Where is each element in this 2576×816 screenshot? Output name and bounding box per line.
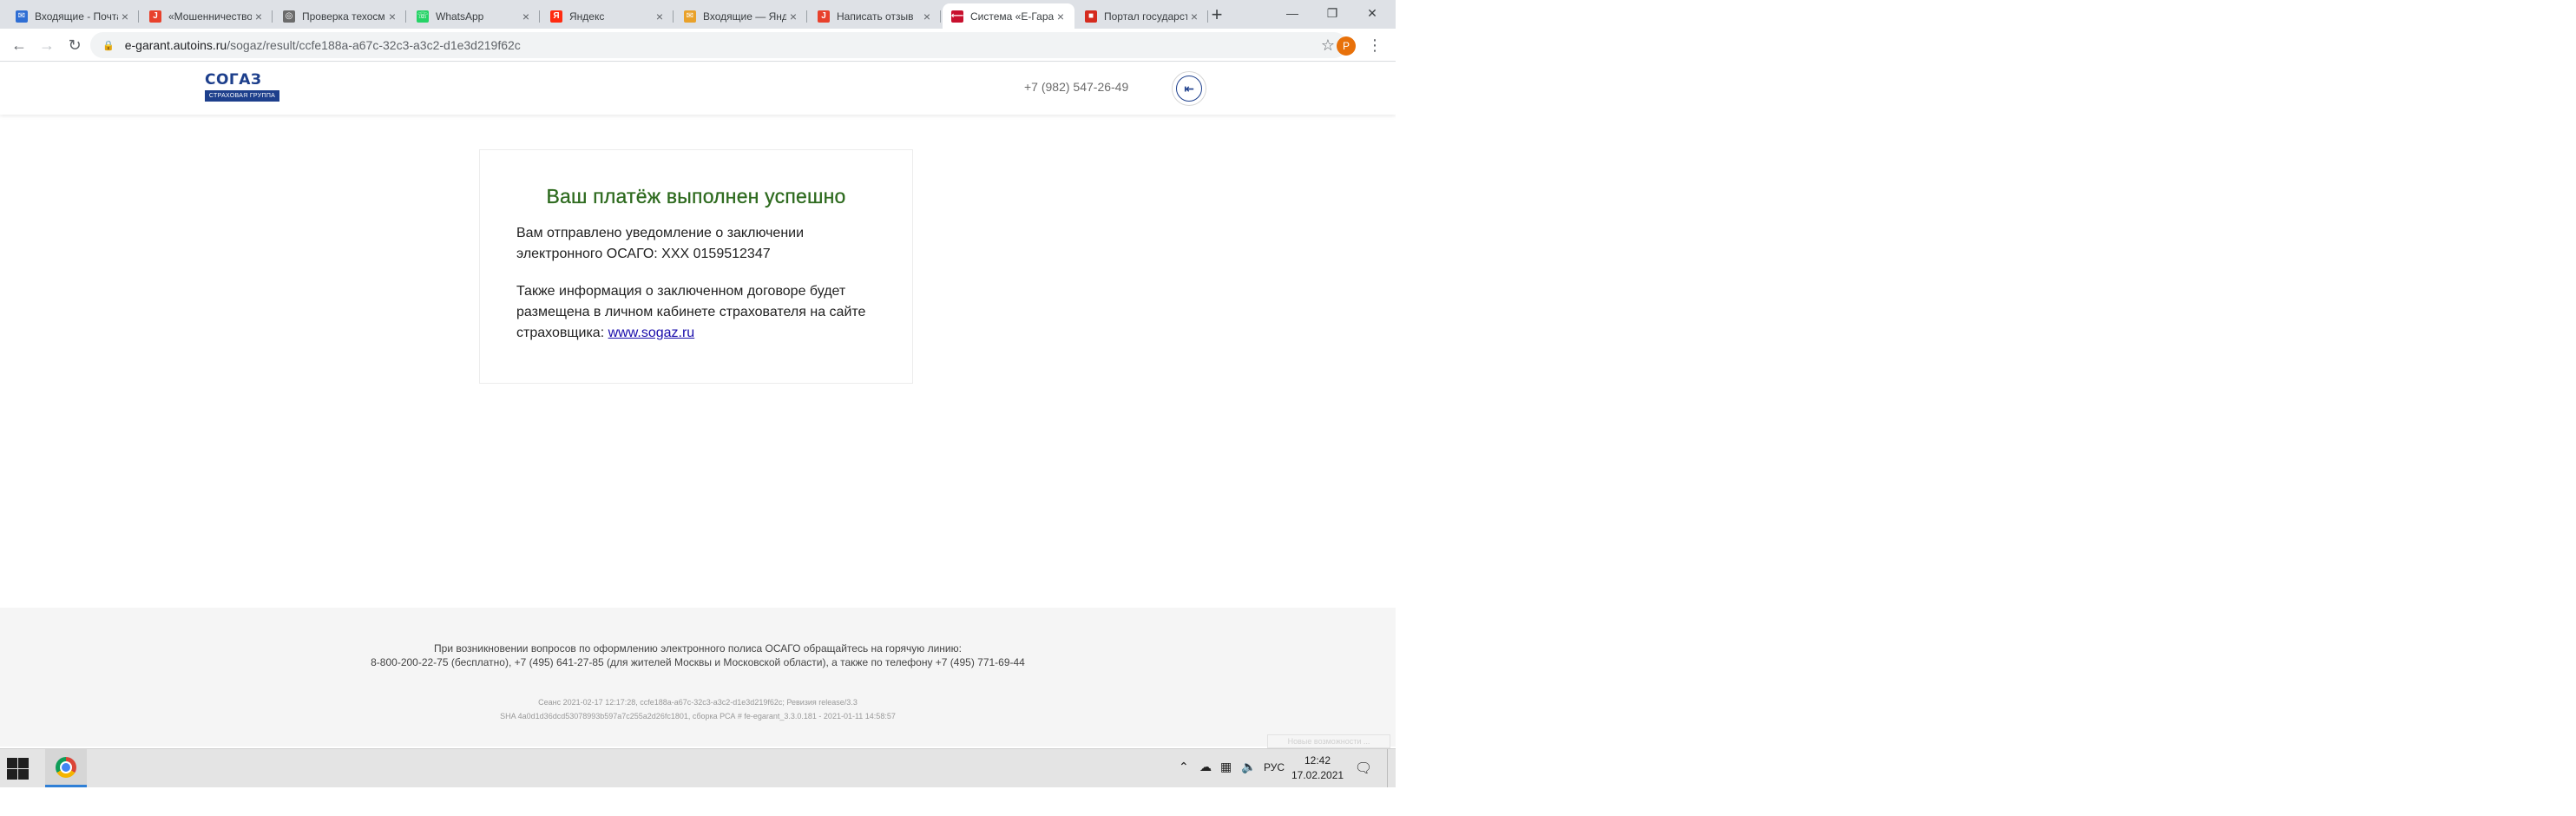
tab-title: Яндекс <box>569 10 605 23</box>
lock-icon: 🔒 <box>102 40 115 51</box>
language-indicator[interactable]: РУС <box>1264 761 1285 773</box>
url-text[interactable]: e-garant.autoins.ru/sogaz/result/ccfe188… <box>125 38 521 52</box>
browser-tab[interactable]: J «Мошенничество» × <box>141 3 273 29</box>
tab-favicon-icon: ☏ <box>417 10 429 23</box>
reload-button[interactable]: ↻ <box>62 33 87 57</box>
tab-close-icon[interactable]: × <box>786 10 800 23</box>
tab-favicon-icon: J <box>149 10 161 23</box>
network-icon[interactable]: ▦ <box>1220 760 1232 774</box>
tab-title: Портал государственных <box>1104 10 1187 23</box>
footer-session-info: Сеанс 2021-02-17 12:17:28, ccfe188a-a67c… <box>538 698 858 707</box>
back-button[interactable]: ← <box>7 33 31 57</box>
tab-title: «Мошенничество» <box>168 10 252 23</box>
footer-build-info: SHA 4a0d1d36dcd53078993b597a7c255a2d26fc… <box>500 712 896 721</box>
info-text: Также информация о заключенном договоре … <box>516 281 876 344</box>
minimize-button[interactable]: — <box>1272 0 1312 26</box>
new-tab-button[interactable]: + <box>1205 5 1229 26</box>
bookmark-star-icon[interactable]: ☆ <box>1321 36 1335 55</box>
success-title: Ваш платёж выполнен успешно <box>546 185 846 207</box>
tab-close-icon[interactable]: × <box>385 10 399 23</box>
notification-text: Вам отправлено уведомление о заключении … <box>516 226 805 261</box>
tab-close-icon[interactable]: × <box>519 10 533 23</box>
browser-tab[interactable]: ⟵ Система «Е-Гарант»× <box>943 3 1074 29</box>
tab-favicon-icon: Я <box>550 10 562 23</box>
tab-title: Система «Е-Гарант» <box>970 10 1054 23</box>
screen: + — ❐ ✕ ✉ Входящие - Почта × J «Мошенничеств… <box>0 0 1396 787</box>
browser-toolbar: ← → ↻ 🔒 e-garant.autoins.ru/sogaz/result… <box>0 29 1396 62</box>
tray-chevron-icon[interactable]: ⌃ <box>1179 760 1189 774</box>
footer-hotline-numbers: 8-800-200-22-75 (бесплатно), +7 (495) 64… <box>371 656 1025 668</box>
windows-taskbar: ⌃ ☁ ▦ 🔈 РУС 12:42 17.02.2021 🗨 <box>0 748 1396 787</box>
window-close-button[interactable]: ✕ <box>1352 0 1392 26</box>
restore-button[interactable]: ❐ <box>1312 0 1352 26</box>
windows-start-icon[interactable] <box>7 758 30 780</box>
profile-avatar[interactable]: P <box>1337 36 1356 56</box>
tab-separator <box>405 10 406 23</box>
logout-icon: ⇤ <box>1176 76 1202 102</box>
browser-tab[interactable]: ■ Портал государственных× <box>1076 3 1208 29</box>
header-phone[interactable]: +7 (982) 547-26-49 <box>1024 80 1128 94</box>
address-bar[interactable]: 🔒 e-garant.autoins.ru/sogaz/result/ccfe1… <box>90 32 1347 58</box>
payment-result-card: Ваш платёж выполнен успешно Вам отправле… <box>479 149 913 384</box>
tab-close-icon[interactable]: × <box>252 10 266 23</box>
url-path: /sogaz/result/ccfe188a-a67c-32c3-a3c2-d1… <box>227 38 521 52</box>
tab-favicon-icon: ■ <box>1085 10 1097 23</box>
tab-title: Входящие - Почта <box>35 10 118 23</box>
footer-corner-badge[interactable]: Новые возможности ... <box>1267 734 1390 748</box>
tab-title: WhatsApp <box>436 10 484 23</box>
tab-title: Проверка техосмотра <box>302 10 385 23</box>
footer-hotline-intro: При возникновении вопросов по оформлению… <box>434 642 962 655</box>
url-host: e-garant.autoins.ru <box>124 38 227 52</box>
tab-separator <box>539 10 540 23</box>
browser-tab[interactable]: ◎ Проверка техосмотра× <box>274 3 406 29</box>
tab-close-icon[interactable]: × <box>1054 10 1068 23</box>
taskbar-chrome-button[interactable] <box>45 749 87 787</box>
logo-subtitle: СТРАХОВАЯ ГРУППА <box>205 90 279 102</box>
chrome-icon <box>56 756 76 778</box>
tab-separator <box>806 10 807 23</box>
tab-favicon-icon: J <box>818 10 830 23</box>
tab-strip: + — ❐ ✕ ✉ Входящие - Почта × J «Мошенничеств… <box>0 0 1396 29</box>
browser-tab[interactable]: ☏ WhatsApp × <box>408 3 540 29</box>
show-desktop-button[interactable] <box>1387 749 1390 787</box>
browser-tab[interactable]: ✉ Входящие — Яндекс× <box>675 3 807 29</box>
tab-separator <box>272 10 273 23</box>
sogaz-logo[interactable]: СОГАЗ СТРАХОВАЯ ГРУППА <box>205 71 285 106</box>
volume-icon[interactable]: 🔈 <box>1241 760 1256 774</box>
tab-close-icon[interactable]: × <box>920 10 934 23</box>
notifications-icon[interactable]: 🗨 <box>1354 760 1373 777</box>
clock-time: 12:42 <box>1304 754 1331 767</box>
tab-close-icon[interactable]: × <box>118 10 132 23</box>
browser-tab[interactable]: ✉ Входящие - Почта × <box>7 3 139 29</box>
browser-tab[interactable]: J Написать отзыв × <box>809 3 941 29</box>
tab-close-icon[interactable]: × <box>1187 10 1201 23</box>
browser-tab[interactable]: Я Яндекс × <box>542 3 674 29</box>
tab-separator <box>138 10 139 23</box>
tab-close-icon[interactable]: × <box>653 10 667 23</box>
logo-wordmark: СОГАЗ <box>205 71 262 89</box>
tab-favicon-icon: ✉ <box>16 10 28 23</box>
clock-date: 17.02.2021 <box>1291 769 1344 781</box>
sogaz-site-link[interactable]: www.sogaz.ru <box>608 326 695 340</box>
tab-separator <box>940 10 941 23</box>
browser-menu-icon[interactable]: ⋮ <box>1366 35 1383 56</box>
onedrive-icon[interactable]: ☁ <box>1199 760 1212 774</box>
forward-button[interactable]: → <box>35 33 59 57</box>
tab-favicon-icon: ⟵ <box>950 10 964 23</box>
tab-favicon-icon: ◎ <box>283 10 295 23</box>
tab-favicon-icon: ✉ <box>684 10 696 23</box>
tab-title: Входящие — Яндекс <box>703 10 786 23</box>
tab-separator <box>1207 10 1208 23</box>
tab-title: Написать отзыв <box>837 10 914 23</box>
taskbar-clock[interactable]: 12:42 17.02.2021 <box>1291 753 1344 783</box>
page-footer: При возникновении вопросов по оформлению… <box>0 608 1396 748</box>
tab-separator <box>673 10 674 23</box>
site-header: СОГАЗ СТРАХОВАЯ ГРУППА +7 (982) 547-26-4… <box>0 63 1396 115</box>
logout-button[interactable]: ⇤ <box>1172 71 1206 106</box>
